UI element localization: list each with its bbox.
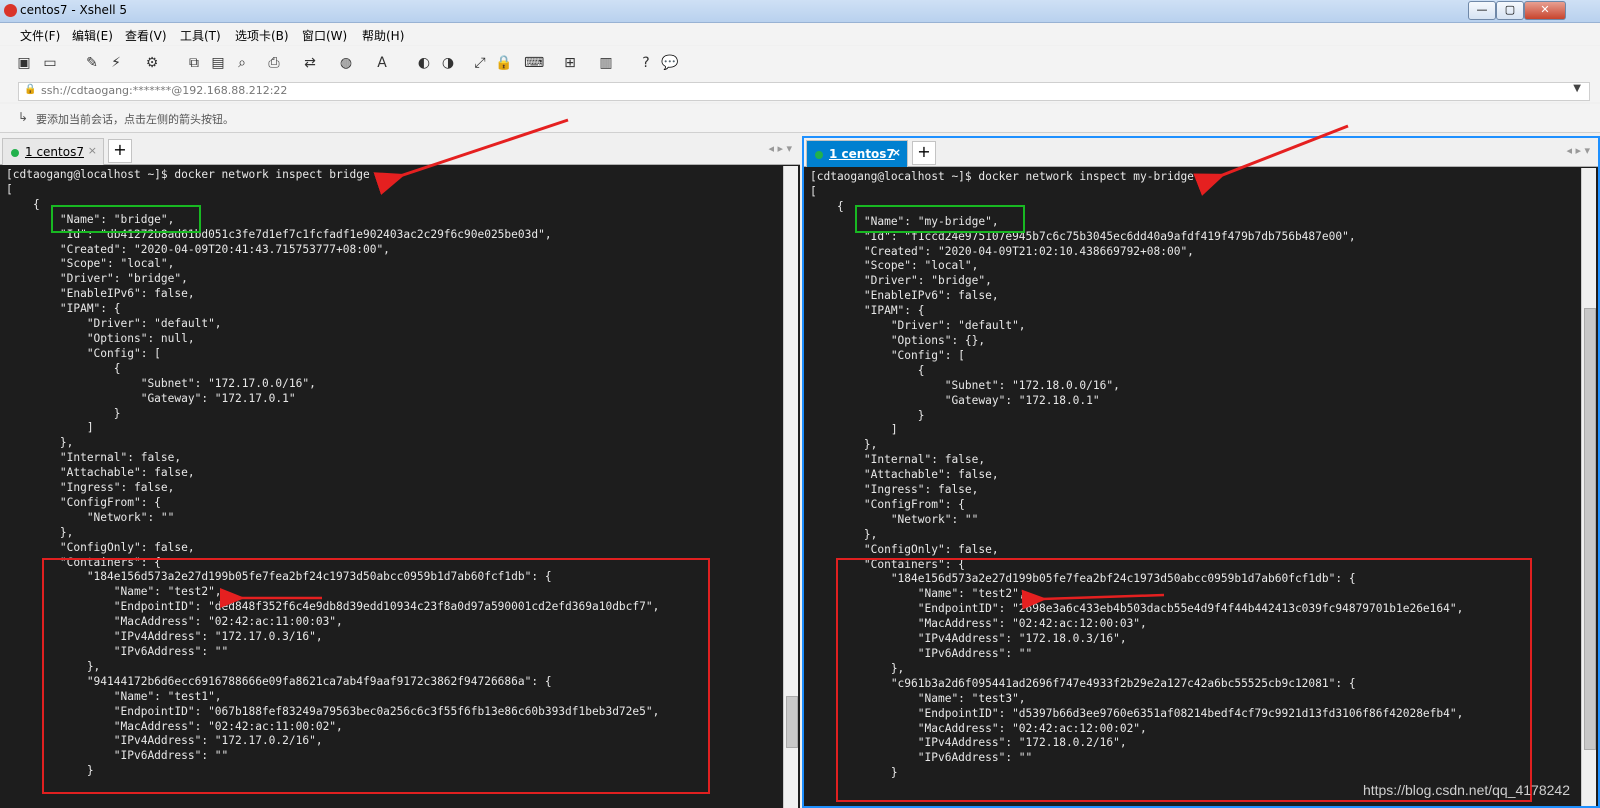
print-icon[interactable]: ⎙	[264, 53, 284, 73]
left-tab-strip: 1 centos7 × + ◂ ▸ ▾	[0, 136, 800, 165]
connected-status-icon	[11, 149, 19, 157]
properties-icon[interactable]: ⚙	[142, 53, 162, 73]
address-text: ssh://cdtaogang:*******@192.168.88.212:2…	[41, 84, 288, 97]
menu-help[interactable]: 帮助(H)	[362, 27, 404, 44]
layout-icon[interactable]: ▥	[596, 53, 616, 73]
scrollbar-thumb[interactable]	[1584, 308, 1596, 750]
fullscreen-icon[interactable]: ⤢	[470, 53, 490, 73]
name-highlight-left	[51, 205, 201, 233]
lock-icon: 🔒	[24, 84, 37, 95]
minimize-button[interactable]: —	[1468, 1, 1496, 20]
edit-icon[interactable]: ✎	[82, 53, 102, 73]
scrollbar-thumb[interactable]	[786, 696, 798, 748]
menu-bar: 文件(F) 编辑(E) 查看(V) 工具(T) 选项卡(B) 窗口(W) 帮助(…	[0, 23, 1600, 45]
containers-highlight-right	[836, 558, 1532, 802]
close-button[interactable]: ✕	[1524, 1, 1566, 20]
session-hint-bar: ↳ 要添加当前会话，点击左侧的箭头按钮。	[0, 104, 1600, 133]
window-title: centos7 - Xshell 5	[20, 3, 128, 17]
tab-nav-arrows[interactable]: ◂ ▸ ▾	[768, 142, 792, 155]
help-icon[interactable]: ?	[636, 53, 656, 73]
menu-tools[interactable]: 工具(T)	[180, 27, 221, 44]
new-tab-button[interactable]: +	[912, 141, 936, 165]
close-tab-icon[interactable]: ×	[892, 146, 901, 159]
paste-icon[interactable]: ▤	[208, 53, 228, 73]
containers-highlight-left	[42, 558, 710, 794]
menu-tabs[interactable]: 选项卡(B)	[235, 27, 289, 44]
close-tab-icon[interactable]: ×	[88, 144, 97, 157]
keyboard-icon[interactable]: ⌨	[524, 53, 544, 73]
open-icon[interactable]: ▭	[40, 53, 60, 73]
disconnect-icon[interactable]: ⚡	[106, 53, 126, 73]
address-bar: 🔒 ssh://cdtaogang:*******@192.168.88.212…	[0, 80, 1600, 102]
font-icon[interactable]: A	[372, 53, 392, 73]
address-field[interactable]: 🔒 ssh://cdtaogang:*******@192.168.88.212…	[18, 82, 1590, 101]
tab-centos7-right[interactable]: 1 centos7 ×	[806, 140, 908, 167]
vertical-scrollbar[interactable]	[783, 166, 798, 808]
menu-window[interactable]: 窗口(W)	[302, 27, 347, 44]
tab-nav-arrows[interactable]: ◂ ▸ ▾	[1566, 144, 1590, 157]
transfer-icon[interactable]: ⇄	[300, 53, 320, 73]
menu-file[interactable]: 文件(F)	[20, 27, 60, 44]
chevron-down-icon[interactable]: ▼	[1573, 83, 1581, 94]
tab-label: 1 centos7	[25, 145, 84, 159]
xftp-icon[interactable]: ◐	[414, 53, 434, 73]
xshell-logo-icon	[4, 4, 17, 17]
chat-icon[interactable]: 💬	[660, 53, 680, 73]
find-icon[interactable]: ⌕	[232, 53, 252, 73]
connected-status-icon	[815, 151, 823, 159]
watermark: https://blog.csdn.net/qq_4178242	[1362, 782, 1570, 798]
session-hint-text: 要添加当前会话，点击左侧的箭头按钮。	[36, 113, 234, 126]
name-highlight-right	[855, 205, 1025, 233]
add-session-arrow-icon[interactable]: ↳	[18, 110, 28, 124]
maximize-button[interactable]: ▢	[1496, 1, 1524, 20]
right-tab-strip: 1 centos7 × + ◂ ▸ ▾	[804, 138, 1598, 167]
copy-icon[interactable]: ⧉	[184, 53, 204, 73]
new-tab-button[interactable]: +	[108, 139, 132, 163]
xmanager-icon[interactable]: ◑	[438, 53, 458, 73]
menu-view[interactable]: 查看(V)	[125, 27, 167, 44]
new-tab-icon[interactable]: ⊞	[560, 53, 580, 73]
title-bar: centos7 - Xshell 5 — ▢ ✕	[0, 0, 1600, 23]
lock-icon[interactable]: 🔒	[494, 53, 514, 73]
globe-icon[interactable]: ◍	[336, 53, 356, 73]
tab-centos7-left[interactable]: 1 centos7 ×	[2, 138, 104, 165]
tab-label: 1 centos7	[829, 147, 895, 161]
menu-edit[interactable]: 编辑(E)	[72, 27, 113, 44]
vertical-scrollbar[interactable]	[1581, 168, 1596, 806]
toolbar: ▣ ▭ ✎ ⚡ ⚙ ⧉ ▤ ⌕ ⎙ ⇄ ◍ A ◐ ◑ ⤢ 🔒 ⌨ ⊞ ▥ ? …	[0, 46, 1600, 81]
new-session-icon[interactable]: ▣	[14, 53, 34, 73]
